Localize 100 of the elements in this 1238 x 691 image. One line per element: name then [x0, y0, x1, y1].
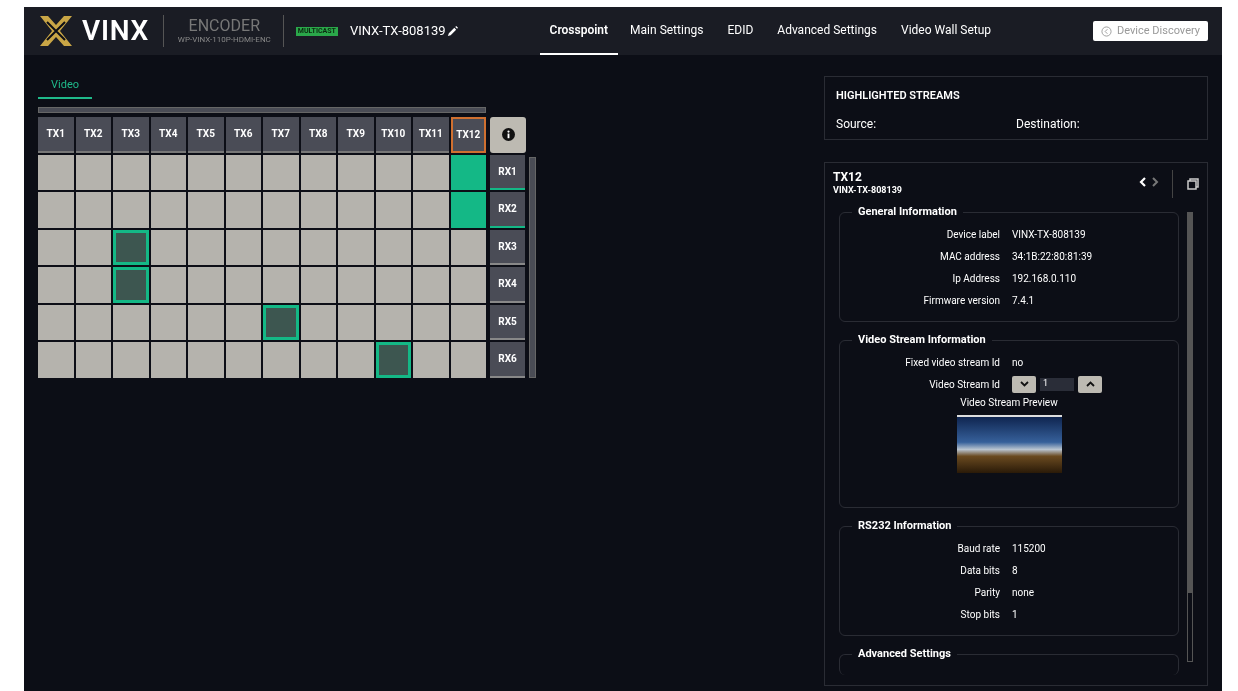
crosspoint-cell[interactable] [300, 154, 336, 190]
tx-header[interactable]: TX11 [413, 116, 449, 153]
crosspoint-cell[interactable] [450, 267, 486, 303]
horizontal-scrollbar[interactable] [38, 106, 486, 113]
crosspoint-cell[interactable] [75, 229, 111, 265]
crosspoint-cell[interactable] [263, 154, 299, 190]
crosspoint-cell[interactable] [375, 304, 411, 340]
tx-header[interactable]: TX12 [450, 116, 486, 153]
next-icon[interactable] [1151, 176, 1159, 188]
crosspoint-cell[interactable] [188, 154, 224, 190]
crosspoint-cell[interactable] [300, 342, 336, 378]
tx-header[interactable]: TX4 [150, 116, 186, 153]
crosspoint-cell[interactable] [225, 342, 261, 378]
nav-tab[interactable]: Crosspoint [539, 7, 619, 55]
crosspoint-cell[interactable] [338, 304, 374, 340]
crosspoint-cell[interactable] [375, 229, 411, 265]
tx-header[interactable]: TX2 [75, 116, 111, 153]
crosspoint-cell[interactable] [75, 154, 111, 190]
crosspoint-cell[interactable] [150, 267, 186, 303]
crosspoint-cell[interactable] [113, 342, 149, 378]
crosspoint-cell[interactable] [450, 304, 486, 340]
tx-header[interactable]: TX8 [300, 116, 336, 153]
nav-tab[interactable]: Advanced Settings [765, 7, 889, 55]
crosspoint-cell[interactable] [188, 192, 224, 228]
crosspoint-cell[interactable] [300, 229, 336, 265]
crosspoint-cell[interactable] [375, 192, 411, 228]
rx-label[interactable]: RX6 [490, 342, 525, 378]
crosspoint-cell[interactable] [225, 154, 261, 190]
crosspoint-cell[interactable] [263, 342, 299, 378]
nav-tab[interactable]: Video Wall Setup [889, 7, 1004, 55]
stream-id-field[interactable]: 1 [1040, 377, 1074, 391]
crosspoint-cell[interactable] [188, 304, 224, 340]
crosspoint-cell[interactable] [413, 267, 449, 303]
crosspoint-cell[interactable] [263, 267, 299, 303]
crosspoint-cell[interactable] [413, 154, 449, 190]
crosspoint-cell[interactable] [300, 304, 336, 340]
rx-label[interactable]: RX1 [490, 154, 525, 190]
crosspoint-cell[interactable] [38, 267, 74, 303]
tx-header[interactable]: TX7 [263, 116, 299, 153]
vertical-scrollbar[interactable] [1187, 212, 1193, 662]
info-button[interactable] [490, 116, 526, 153]
crosspoint-cell[interactable] [188, 342, 224, 378]
crosspoint-cell[interactable] [75, 342, 111, 378]
crosspoint-cell[interactable] [188, 267, 224, 303]
vertical-scrollbar[interactable] [529, 156, 536, 378]
crosspoint-cell[interactable] [413, 229, 449, 265]
crosspoint-cell[interactable] [413, 192, 449, 228]
crosspoint-cell[interactable] [38, 229, 74, 265]
crosspoint-cell[interactable] [113, 267, 149, 303]
crosspoint-cell[interactable] [338, 342, 374, 378]
crosspoint-cell[interactable] [263, 304, 299, 340]
crosspoint-cell[interactable] [75, 267, 111, 303]
crosspoint-cell[interactable] [150, 192, 186, 228]
crosspoint-cell[interactable] [413, 304, 449, 340]
tx-header[interactable]: TX10 [375, 116, 411, 153]
crosspoint-cell[interactable] [450, 229, 486, 265]
crosspoint-cell[interactable] [338, 267, 374, 303]
windows-icon[interactable] [1187, 178, 1199, 190]
crosspoint-cell[interactable] [300, 267, 336, 303]
crosspoint-cell[interactable] [413, 342, 449, 378]
crosspoint-cell[interactable] [75, 192, 111, 228]
crosspoint-cell[interactable] [450, 192, 486, 228]
crosspoint-cell[interactable] [263, 192, 299, 228]
tx-header[interactable]: TX5 [188, 116, 224, 153]
video-tab[interactable]: Video [38, 77, 92, 99]
crosspoint-cell[interactable] [38, 342, 74, 378]
crosspoint-cell[interactable] [375, 267, 411, 303]
crosspoint-cell[interactable] [113, 192, 149, 228]
rx-label[interactable]: RX4 [490, 267, 525, 303]
pencil-icon[interactable] [446, 25, 458, 37]
crosspoint-cell[interactable] [300, 192, 336, 228]
crosspoint-cell[interactable] [113, 154, 149, 190]
decrement-button[interactable] [1012, 375, 1036, 393]
previous-icon[interactable] [1139, 176, 1147, 188]
crosspoint-cell[interactable] [75, 304, 111, 340]
nav-tab[interactable]: EDID [715, 7, 766, 55]
crosspoint-cell[interactable] [38, 192, 74, 228]
tx-header[interactable]: TX6 [225, 116, 261, 153]
crosspoint-cell[interactable] [38, 154, 74, 190]
crosspoint-cell[interactable] [150, 229, 186, 265]
crosspoint-cell[interactable] [375, 342, 411, 378]
crosspoint-cell[interactable] [450, 154, 486, 190]
tx-header[interactable]: TX3 [113, 116, 149, 153]
crosspoint-cell[interactable] [225, 229, 261, 265]
rx-label[interactable]: RX5 [490, 304, 525, 340]
crosspoint-cell[interactable] [150, 304, 186, 340]
crosspoint-cell[interactable] [338, 192, 374, 228]
crosspoint-cell[interactable] [188, 229, 224, 265]
crosspoint-cell[interactable] [225, 267, 261, 303]
crosspoint-cell[interactable] [113, 304, 149, 340]
crosspoint-cell[interactable] [225, 192, 261, 228]
increment-button[interactable] [1078, 375, 1102, 393]
crosspoint-cell[interactable] [150, 154, 186, 190]
crosspoint-cell[interactable] [263, 229, 299, 265]
crosspoint-cell[interactable] [38, 304, 74, 340]
crosspoint-cell[interactable] [338, 229, 374, 265]
rx-label[interactable]: RX3 [490, 229, 525, 265]
crosspoint-cell[interactable] [338, 154, 374, 190]
tx-header[interactable]: TX9 [338, 116, 374, 153]
crosspoint-cell[interactable] [113, 229, 149, 265]
